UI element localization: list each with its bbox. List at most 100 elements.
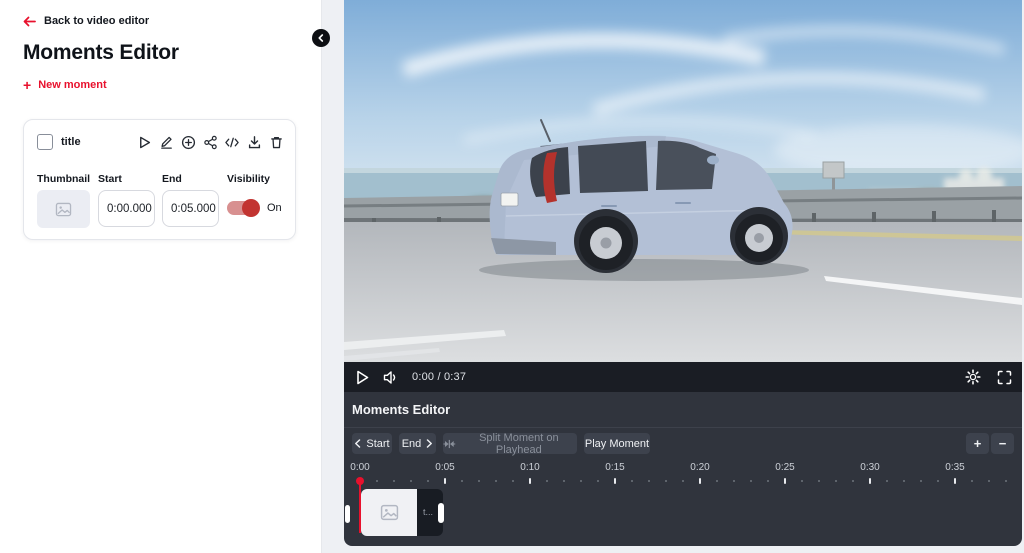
ruler-tick <box>648 480 650 482</box>
ruler-tick <box>937 480 939 482</box>
ruler-tick <box>971 480 973 482</box>
chevron-left-icon <box>317 34 325 42</box>
split-icon <box>443 439 456 449</box>
ruler-tick <box>410 480 412 482</box>
ruler-tick <box>1005 480 1007 482</box>
video-frame[interactable] <box>344 0 1022 362</box>
back-label: Back to video editor <box>44 15 149 27</box>
timeline-toolbar: Start End Split Moment on Playhead Play … <box>344 433 1022 454</box>
left-panel: Back to video editor Moments Editor + Ne… <box>0 0 322 553</box>
moment-thumbnail[interactable] <box>37 190 90 228</box>
column-start: Start <box>98 173 122 185</box>
timeline-ruler-ticks[interactable] <box>344 478 1022 486</box>
moment-title: title <box>61 136 81 148</box>
ruler-label: 0:00 <box>350 462 369 473</box>
ruler-label: 0:25 <box>775 462 794 473</box>
ruler-tick <box>954 478 956 484</box>
ruler-tick <box>699 478 701 484</box>
column-visibility: Visibility <box>227 173 270 185</box>
player-play-button[interactable] <box>354 369 370 386</box>
ruler-tick <box>529 478 531 484</box>
ruler-label: 0:10 <box>520 462 539 473</box>
moment-card-columns: Thumbnail Start End Visibility <box>24 173 295 185</box>
time-display: 0:00 / 0:37 <box>412 371 466 383</box>
start-time-input[interactable] <box>98 190 155 227</box>
back-arrow-icon <box>23 16 36 27</box>
split-moment-button[interactable]: Split Moment on Playhead <box>443 433 577 454</box>
volume-icon[interactable] <box>382 370 398 385</box>
chevron-right-icon <box>426 439 433 448</box>
new-moment-button[interactable]: + New moment <box>23 79 107 91</box>
moment-card: title <box>23 119 296 240</box>
ruler-tick <box>716 480 718 482</box>
ruler-tick <box>444 478 446 484</box>
ruler-tick <box>393 480 395 482</box>
minus-icon: − <box>999 436 1007 451</box>
ruler-tick <box>478 480 480 482</box>
ruler-tick <box>682 480 684 482</box>
divider <box>344 427 1022 428</box>
add-icon[interactable] <box>180 134 196 150</box>
moment-card-header: title <box>37 133 284 151</box>
ruler-tick <box>835 480 837 482</box>
download-icon[interactable] <box>246 134 262 150</box>
jump-to-end-button[interactable]: End <box>399 433 436 454</box>
page-title: Moments Editor <box>23 41 179 65</box>
ruler-tick <box>580 480 582 482</box>
ruler-label: 0:20 <box>690 462 709 473</box>
ruler-tick <box>733 480 735 482</box>
moments-editor-app: { "app": { "accent_red": "#e8112d", "pan… <box>0 0 1024 553</box>
timeline-zoom-in-button[interactable]: + <box>966 433 989 454</box>
visibility-toggle[interactable] <box>227 201 257 215</box>
ruler-tick <box>376 480 378 482</box>
timeline-clip-thumbnail[interactable] <box>361 489 417 536</box>
ruler-label: 0:05 <box>435 462 454 473</box>
ruler-tick <box>767 480 769 482</box>
play-icon[interactable] <box>136 134 152 150</box>
toggle-knob <box>242 199 260 217</box>
ruler-tick <box>614 478 616 484</box>
play-moment-button[interactable]: Play Moment <box>584 433 650 454</box>
column-thumbnail: Thumbnail <box>37 173 90 185</box>
collapse-panel-button[interactable] <box>312 29 330 47</box>
embed-code-icon[interactable] <box>224 134 240 150</box>
video-player: 0:00 / 0:37 <box>344 0 1022 392</box>
ruler-tick <box>869 478 871 484</box>
share-icon[interactable] <box>202 134 218 150</box>
moment-checkbox[interactable] <box>37 134 53 150</box>
ruler-label: 0:30 <box>860 462 879 473</box>
ruler-tick <box>920 480 922 482</box>
ruler-tick <box>818 480 820 482</box>
plus-icon: + <box>974 436 982 451</box>
timeline-zoom-out-button[interactable]: − <box>991 433 1014 454</box>
image-placeholder-icon <box>380 504 399 521</box>
ruler-tick <box>852 480 854 482</box>
plus-icon: + <box>23 80 31 91</box>
back-to-editor-link[interactable]: Back to video editor <box>23 15 149 27</box>
new-moment-label: New moment <box>38 79 106 91</box>
end-time-input[interactable] <box>162 190 219 227</box>
ruler-tick <box>784 478 786 484</box>
settings-gear-icon[interactable] <box>965 369 981 385</box>
edit-icon[interactable] <box>158 134 174 150</box>
ruler-tick <box>495 480 497 482</box>
clip-trim-start-handle[interactable] <box>345 505 350 523</box>
ruler-label: 0:35 <box>945 462 964 473</box>
fullscreen-icon[interactable] <box>997 370 1012 385</box>
visibility-control: On <box>227 201 282 215</box>
play-moment-label: Play Moment <box>585 438 649 450</box>
jump-to-start-button[interactable]: Start <box>352 433 392 454</box>
delete-icon[interactable] <box>268 134 284 150</box>
moments-timeline-panel: Moments Editor Start End Split Moment on… <box>344 392 1022 546</box>
ruler-tick <box>886 480 888 482</box>
split-button-label: Split Moment on Playhead <box>461 432 577 456</box>
timeline-panel-title: Moments Editor <box>352 402 450 417</box>
ruler-tick <box>665 480 667 482</box>
timeline-clip-row: t... <box>344 489 1022 536</box>
player-control-bar: 0:00 / 0:37 <box>344 362 1022 392</box>
clip-trim-end-handle[interactable] <box>438 503 444 523</box>
end-button-label: End <box>402 438 422 450</box>
ruler-tick <box>563 480 565 482</box>
ruler-tick <box>597 480 599 482</box>
image-placeholder-icon <box>55 202 72 217</box>
